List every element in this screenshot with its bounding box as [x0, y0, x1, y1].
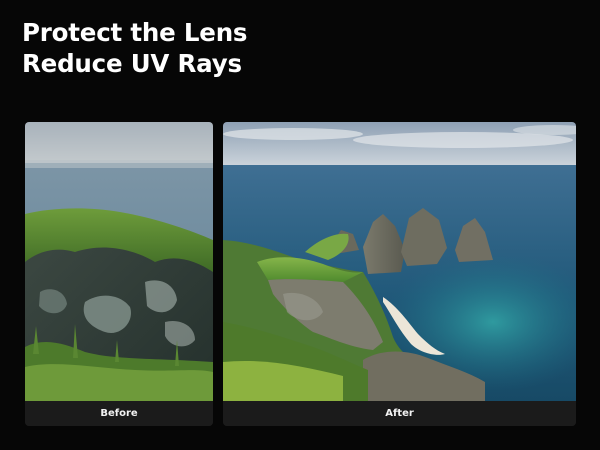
product-banner: Protect the Lens Reduce UV Rays Before A…	[0, 0, 600, 450]
headline: Protect the Lens Reduce UV Rays	[22, 17, 248, 79]
after-photo	[223, 122, 576, 401]
after-caption-bar: After	[223, 401, 576, 426]
headline-line-1: Protect the Lens	[22, 18, 248, 47]
after-panel: After	[223, 122, 576, 426]
before-photo	[25, 122, 213, 401]
before-label: Before	[100, 408, 138, 419]
before-caption-bar: Before	[25, 401, 213, 426]
headline-line-2: Reduce UV Rays	[22, 49, 242, 78]
after-label: After	[385, 408, 414, 419]
before-panel: Before	[25, 122, 213, 426]
